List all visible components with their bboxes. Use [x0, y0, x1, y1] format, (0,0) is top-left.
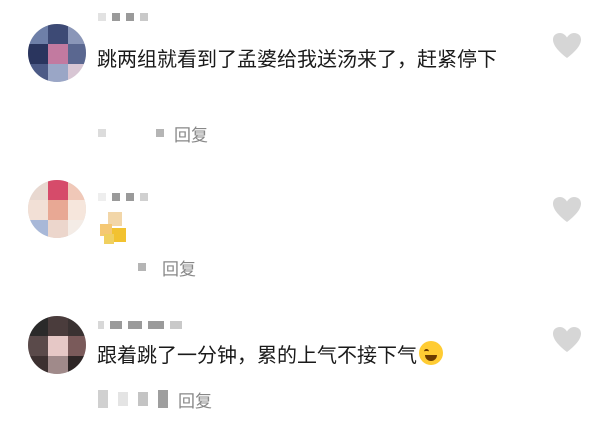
redacted-block: [138, 392, 148, 406]
heart-icon[interactable]: [552, 196, 582, 224]
heart-icon[interactable]: [552, 326, 582, 354]
username-redacted[interactable]: [98, 190, 148, 204]
redacted-block: [140, 13, 148, 21]
redacted-block: [98, 193, 106, 201]
avatar[interactable]: [28, 24, 86, 82]
reply-row[interactable]: 回复: [98, 387, 212, 412]
avatar[interactable]: [28, 180, 86, 238]
emoji-sticker: [100, 212, 126, 244]
avatar[interactable]: [28, 316, 86, 374]
comment-text: 跳两组就看到了孟婆给我送汤来了，赶紧停下: [97, 47, 497, 71]
heart-icon[interactable]: [552, 32, 582, 60]
redacted-block: [140, 193, 148, 201]
redacted-block: [138, 263, 146, 271]
redacted-block: [118, 392, 128, 406]
redacted-block: [112, 13, 120, 21]
username-redacted[interactable]: [98, 318, 182, 332]
comment-text-body: 跟着跳了一分钟，累的上气不接下气: [97, 343, 417, 367]
redacted-block: [158, 390, 168, 408]
redacted-block: [98, 129, 106, 137]
reply-row[interactable]: 回复: [98, 121, 208, 146]
redacted-block: [156, 129, 164, 137]
reply-button[interactable]: 回复: [162, 255, 196, 280]
reply-button[interactable]: 回复: [174, 121, 208, 146]
redacted-block: [148, 321, 164, 329]
redacted-block: [110, 321, 122, 329]
rolling-on-floor-laughing-icon: [419, 341, 443, 365]
redacted-block: [98, 321, 104, 329]
redacted-block: [126, 193, 134, 201]
reply-row[interactable]: 回复: [98, 255, 196, 280]
username-redacted[interactable]: [98, 10, 148, 24]
redacted-block: [126, 13, 134, 21]
redacted-block: [98, 13, 106, 21]
reply-button[interactable]: 回复: [178, 387, 212, 412]
redacted-block: [112, 193, 120, 201]
redacted-block: [170, 321, 182, 329]
redacted-block: [128, 321, 142, 329]
comment-text: 跟着跳了一分钟，累的上气不接下气: [97, 340, 537, 370]
redacted-block: [98, 390, 108, 408]
